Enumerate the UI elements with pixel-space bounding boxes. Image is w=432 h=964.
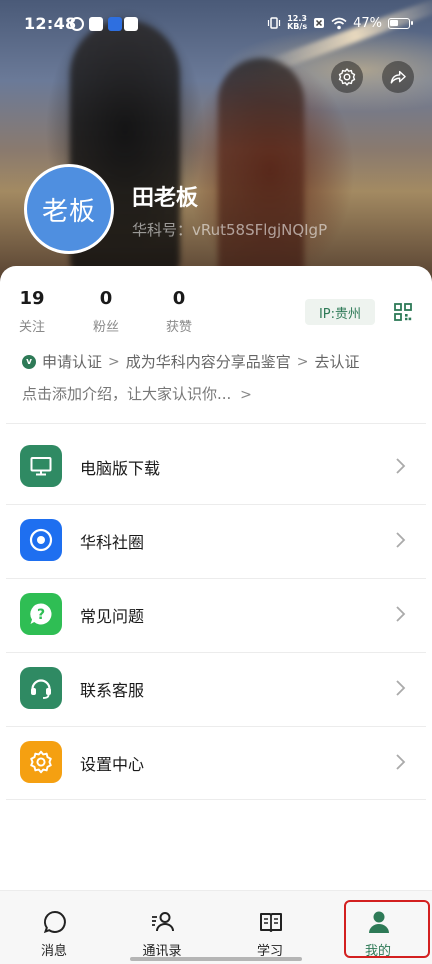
status-bar: 12:48 12.3 KB/s 47% bbox=[0, 0, 432, 50]
gear-icon bbox=[20, 741, 62, 783]
chevron-right-icon bbox=[396, 606, 406, 622]
gear-icon bbox=[338, 68, 356, 86]
network-speed: 12.3 KB/s bbox=[287, 15, 307, 31]
qr-code-icon[interactable] bbox=[394, 303, 412, 321]
stat-value: 0 bbox=[172, 288, 186, 309]
battery-icon bbox=[388, 17, 413, 29]
chevron-right-icon: > bbox=[296, 353, 309, 370]
divider bbox=[6, 423, 426, 424]
menu-item-community[interactable]: 华科社圈 bbox=[0, 505, 432, 577]
chevron-right-icon bbox=[396, 458, 406, 474]
chevron-right-icon bbox=[396, 532, 406, 548]
app-notification-icon bbox=[108, 17, 122, 31]
user-name: 田老板 bbox=[132, 186, 199, 211]
speed-unit: KB/s bbox=[287, 22, 308, 31]
ip-location-badge: IP:贵州 bbox=[305, 299, 375, 325]
status-right: 12.3 KB/s 47% bbox=[267, 15, 413, 31]
menu-item-faq[interactable]: ? 常见问题 bbox=[0, 579, 432, 651]
stat-label: 获赞 bbox=[165, 320, 192, 335]
highlight-annotation-box bbox=[344, 900, 430, 958]
menu-item-label: 华科社圈 bbox=[80, 533, 145, 552]
menu-item-label: 设置中心 bbox=[80, 755, 145, 774]
status-time: 12:48 bbox=[24, 14, 77, 33]
menu-item-label: 电脑版下载 bbox=[80, 459, 161, 478]
stat-value: 0 bbox=[99, 288, 113, 309]
stat-value: 19 bbox=[19, 288, 45, 309]
share-arrow-icon bbox=[390, 70, 406, 84]
chevron-right-icon bbox=[396, 680, 406, 696]
chevron-right-icon bbox=[396, 754, 406, 770]
question-bubble-icon: ? bbox=[20, 593, 62, 635]
stat-followers[interactable]: 0 粉丝 bbox=[76, 288, 136, 335]
stat-label: 关注 bbox=[18, 320, 45, 335]
become-reviewer-link[interactable]: 成为华科内容分享品鉴官 bbox=[126, 351, 291, 372]
monitor-icon bbox=[20, 445, 62, 487]
go-certify-link[interactable]: 去认证 bbox=[315, 351, 360, 372]
verified-badge-icon: v bbox=[22, 354, 36, 369]
nav-tab-contacts[interactable]: 通讯录 bbox=[122, 891, 202, 964]
add-intro-text: 点击添加介绍，让大家认识你... bbox=[22, 385, 232, 403]
divider bbox=[6, 799, 426, 800]
background-figure-woman bbox=[218, 58, 304, 288]
nav-tab-messages[interactable]: 消息 bbox=[14, 891, 94, 964]
wifi-icon bbox=[331, 17, 347, 29]
stat-following[interactable]: 19 关注 bbox=[2, 288, 62, 335]
menu-item-settings-center[interactable]: 设置中心 bbox=[0, 727, 432, 799]
add-intro-row[interactable]: 点击添加介绍，让大家认识你... > bbox=[22, 383, 258, 404]
vibrate-icon bbox=[268, 17, 281, 29]
book-icon bbox=[260, 913, 282, 932]
contacts-icon bbox=[152, 912, 174, 932]
stat-label: 粉丝 bbox=[92, 320, 119, 335]
user-id: 华科号：vRut58SFlgjNQIgP bbox=[132, 221, 328, 239]
nav-tab-learning[interactable]: 学习 bbox=[230, 891, 310, 964]
menu-item-customer-service[interactable]: 联系客服 bbox=[0, 653, 432, 725]
message-icon bbox=[124, 17, 138, 31]
avatar[interactable]: 老板 bbox=[24, 164, 114, 254]
notification-icon bbox=[70, 17, 84, 31]
svg-text:?: ? bbox=[37, 607, 45, 623]
chat-bubble-icon bbox=[43, 910, 66, 934]
home-indicator[interactable] bbox=[130, 957, 302, 961]
chevron-right-icon: > bbox=[108, 353, 120, 370]
certification-row[interactable]: v 申请认证 > 成为华科内容分享品鉴官 > 去认证 bbox=[22, 351, 360, 372]
headset-icon bbox=[20, 667, 62, 709]
menu-item-label: 联系客服 bbox=[80, 681, 145, 700]
menu-item-desktop-download[interactable]: 电脑版下载 bbox=[0, 431, 432, 503]
nav-label: 消息 bbox=[40, 944, 67, 959]
apply-certification-link[interactable]: 申请认证 bbox=[42, 351, 102, 372]
stat-likes[interactable]: 0 获赞 bbox=[149, 288, 209, 335]
no-sim-icon bbox=[314, 18, 325, 28]
battery-percent: 47% bbox=[353, 15, 382, 31]
settings-button[interactable] bbox=[331, 61, 363, 93]
target-circle-icon bbox=[20, 519, 62, 561]
mail-icon bbox=[89, 17, 103, 31]
chevron-right-icon: > bbox=[240, 387, 252, 403]
share-button[interactable] bbox=[382, 61, 414, 93]
menu-item-label: 常见问题 bbox=[80, 607, 145, 626]
